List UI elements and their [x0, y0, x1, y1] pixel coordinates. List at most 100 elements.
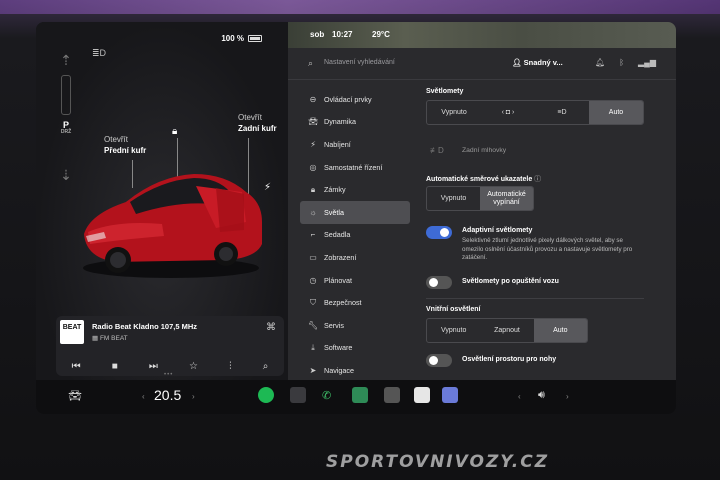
bolt-icon: ⚡︎	[310, 139, 316, 149]
rear-trunk-button[interactable]: Otevřít Zadní kufr	[238, 112, 277, 134]
station-logo: BEAT	[60, 320, 84, 344]
battery-icon	[248, 35, 262, 42]
signal-icon: ▂▄▆	[638, 58, 656, 67]
clock-icon: ◷	[309, 275, 317, 285]
menu-item[interactable]: ⌐ Sedadla	[300, 224, 410, 247]
footwell-title: Osvětlení prostoru pro nohy	[462, 356, 557, 363]
bell-icon[interactable]: 🔔︎	[595, 58, 605, 67]
menu-item[interactable]: ◎ Samostatné řízení	[300, 156, 410, 179]
settings-searchbar: ⌕ Nastavení vyhledávání 👤︎ Snadný v... 🔔…	[288, 48, 676, 80]
next-icon[interactable]: ⏭︎	[149, 361, 158, 372]
low-beam-icon[interactable]: ≡D	[535, 101, 589, 124]
interior-on[interactable]: Zapnout	[480, 319, 533, 342]
volume-up-icon[interactable]: ›	[566, 392, 569, 401]
drive-mode: sob	[310, 30, 325, 39]
clock: 10:27	[332, 30, 353, 39]
search-icon[interactable]: ⌕	[308, 58, 313, 69]
temp-down-icon[interactable]: ‹	[142, 392, 145, 401]
seat-icon: ⌐	[310, 230, 316, 240]
headlights-auto[interactable]: Auto	[589, 101, 643, 124]
gear-hold: DRŽ	[60, 129, 72, 135]
phone-icon[interactable]: ✆	[322, 389, 331, 402]
adaptive-headlights-toggle[interactable]	[426, 226, 452, 239]
browser-icon[interactable]	[442, 387, 458, 403]
info-icon[interactable]: ⓘ	[534, 176, 541, 183]
apps-launcher-icon[interactable]	[414, 387, 430, 403]
battery-status: 100 %	[221, 34, 262, 43]
favorite-icon[interactable]: ☆	[189, 361, 198, 372]
interior-off[interactable]: Vypnuto	[427, 319, 480, 342]
front-trunk-button[interactable]: Otevřít Přední kufr	[104, 134, 146, 156]
menu-item[interactable]: 🚘︎ Dynamika	[300, 111, 410, 134]
media-player: BEAT Radio Beat Kladno 107,5 MHz ▦ FM BE…	[56, 316, 284, 376]
car-image	[83, 174, 262, 278]
indicators-title: Automatické směrové ukazatele ⓘ	[426, 176, 542, 183]
exit-lights-toggle[interactable]	[426, 276, 452, 289]
menu-item-label: Bezpečnost	[324, 298, 362, 308]
temp-up-icon[interactable]: ›	[192, 392, 195, 401]
menu-item-label: Samostatné řízení	[324, 162, 383, 172]
gear-down-icon[interactable]: ⇣	[60, 167, 72, 184]
light-icon: ☼	[309, 207, 317, 217]
menu-item[interactable]: 🔒︎ Zámky	[300, 178, 410, 201]
status-bar: sob 10:27 29°C	[288, 22, 676, 48]
prev-icon[interactable]: ⏮︎	[72, 361, 81, 372]
menu-item[interactable]: ➤ Navigace	[300, 359, 410, 382]
outside-temp: 29°C	[372, 30, 390, 39]
radio-settings-icon[interactable]: ⌘	[266, 322, 276, 333]
menu-item[interactable]: ⚡︎ Nabíjení	[300, 133, 410, 156]
download-icon: ⤓	[311, 342, 315, 352]
settings-menu: ⊖ Ovládací prvky 🚘︎ Dynamika ⚡︎ Nabíjení ◎ Samo…	[300, 88, 410, 382]
menu-item-label: Zámky	[324, 185, 346, 195]
spotify-icon[interactable]	[258, 387, 274, 403]
indicators-off[interactable]: Vypnuto	[427, 187, 480, 210]
menu-item[interactable]: 🔧︎ Servis	[300, 314, 410, 337]
car-icon[interactable]: 🚘︎	[68, 389, 82, 402]
menu-item[interactable]: ◷ Plánovat	[300, 269, 410, 292]
rear-fog-button[interactable]: Zadní mlhovky	[462, 147, 506, 154]
menu-item[interactable]: ⊖ Ovládací prvky	[300, 88, 410, 111]
cabin-temperature[interactable]: 20.5	[154, 387, 181, 403]
media-station: Radio Beat Kladno 107,5 MHz	[92, 322, 198, 331]
menu-item-label: Dynamika	[324, 117, 356, 127]
menu-item[interactable]: ☼ Světla	[300, 200, 410, 224]
bluetooth-icon[interactable]: ᛒ	[619, 58, 624, 67]
menu-item[interactable]: ▭ Zobrazení	[300, 246, 410, 269]
steering-icon: ◎	[309, 162, 317, 172]
headlights-title: Světlomety	[426, 88, 464, 95]
calendar-icon[interactable]	[384, 387, 400, 403]
camera-icon[interactable]	[290, 387, 306, 403]
menu-item-label: Sedadla	[324, 230, 351, 240]
lock-icon[interactable]: 🔒︎	[172, 126, 182, 137]
volume-down-icon[interactable]: ‹	[518, 392, 521, 401]
watermark: SPORTOVNIVOZY.CZ	[326, 452, 550, 472]
indicators-auto[interactable]: Automatické vypínání	[480, 187, 533, 210]
equalizer-icon[interactable]: ⫶	[229, 361, 232, 372]
menu-item-label: Světla	[324, 207, 344, 217]
car-panel: 100 % ≣D ⇡ P DRŽ ⇣ Otevřít Přední kufr 🔒…	[36, 22, 288, 380]
interior-auto[interactable]: Auto	[533, 319, 587, 342]
gear-up-icon[interactable]: ⇡	[60, 52, 72, 69]
user-profile[interactable]: 👤︎ Snadný v...	[512, 58, 563, 67]
media-source: ▦ FM BEAT	[92, 335, 128, 342]
footwell-toggle[interactable]	[426, 354, 452, 367]
dock: 🚘︎ ‹ 20.5 › ✆ ‹ 🔊︎ ›	[36, 380, 676, 414]
menu-item[interactable]: ⛉ Bezpečnost	[300, 291, 410, 314]
interior-segment: Vypnuto Zapnout Auto	[426, 318, 588, 343]
menu-item-label: Ovládací prvky	[324, 94, 372, 104]
stop-icon[interactable]: ■	[112, 361, 118, 372]
parking-lights-icon[interactable]: ‹ ◘ ›	[481, 101, 535, 124]
volume-icon[interactable]: 🔊︎	[538, 389, 545, 402]
energy-app-icon[interactable]	[352, 387, 368, 403]
headlight-icon: ≣D	[92, 48, 107, 58]
search-input[interactable]: Nastavení vyhledávání	[324, 59, 395, 66]
menu-item-label: Zobrazení	[324, 252, 357, 262]
car-mini-icon	[61, 75, 71, 115]
ambient-glow	[0, 0, 720, 14]
media-search-icon[interactable]: ⌕	[263, 361, 269, 372]
toggle-icon: ⊖	[309, 94, 317, 104]
menu-item[interactable]: ⤓ Software	[300, 337, 410, 360]
headlights-off[interactable]: Vypnuto	[427, 101, 481, 124]
fog-icon: ≢D	[430, 146, 444, 155]
car-icon: 🚘︎	[308, 117, 319, 127]
